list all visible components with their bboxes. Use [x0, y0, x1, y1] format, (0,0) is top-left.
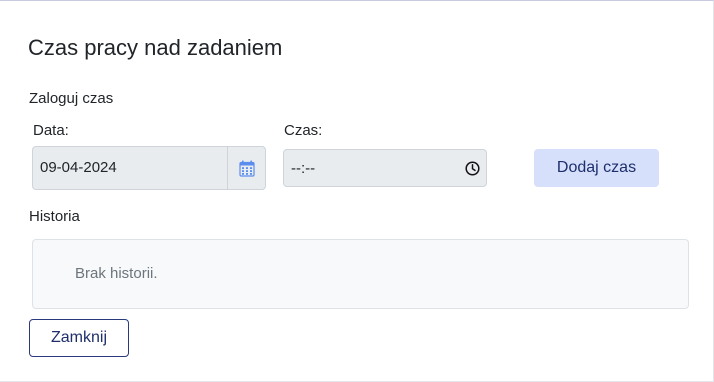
clock-icon[interactable]: [458, 150, 486, 186]
close-button[interactable]: Zamknij: [29, 319, 129, 357]
time-input-value: --:--: [291, 159, 316, 177]
time-log-dialog: Czas pracy nad zadaniem Zaloguj czas Dat…: [0, 0, 714, 382]
log-time-section-label: Zaloguj czas: [29, 90, 114, 107]
add-time-button[interactable]: Dodaj czas: [534, 149, 659, 187]
date-input[interactable]: 09-04-2024: [33, 147, 227, 189]
time-field-label: Czas:: [284, 122, 323, 139]
date-picker: 09-04-2024: [32, 146, 266, 190]
history-list: Brak historii.: [32, 239, 689, 309]
date-picker-button[interactable]: [227, 147, 265, 189]
history-section-label: Historia: [29, 208, 80, 225]
calendar-icon: [238, 160, 255, 177]
date-field-label: Data:: [33, 122, 69, 139]
dialog-title: Czas pracy nad zadaniem: [28, 35, 283, 60]
time-input[interactable]: --:--: [283, 149, 487, 187]
history-empty-text: Brak historii.: [75, 265, 158, 282]
